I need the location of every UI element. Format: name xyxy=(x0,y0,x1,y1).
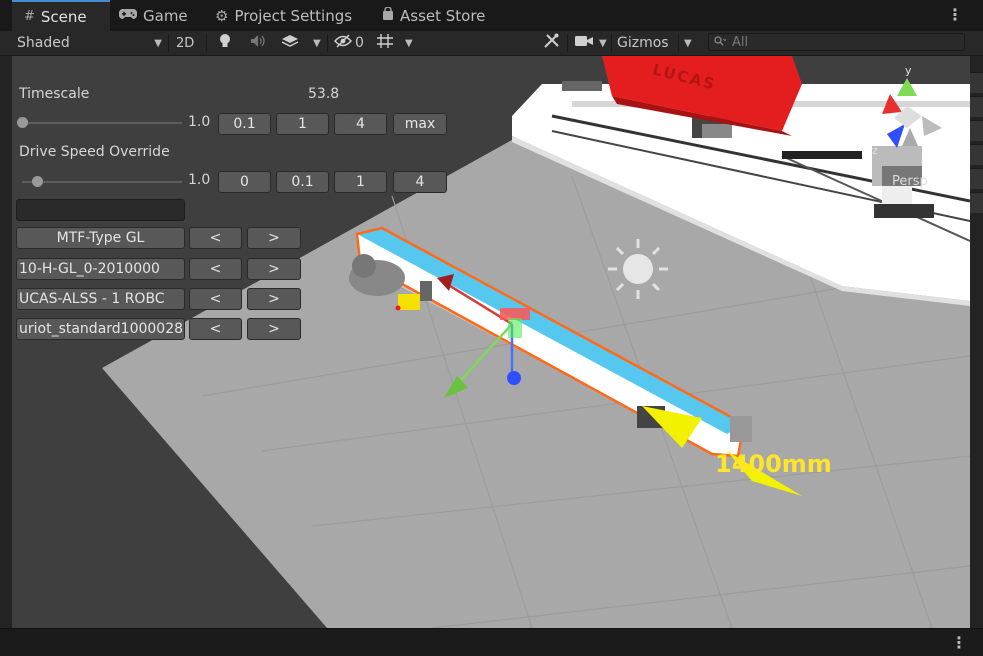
selector-material-prev-button[interactable]: < xyxy=(189,318,242,340)
selector-machine-prev-button[interactable]: < xyxy=(189,288,242,310)
gizmos-dropdown[interactable]: ▼ xyxy=(684,31,692,55)
drive-speed-slider-handle[interactable] xyxy=(32,176,43,187)
scrollbar-segment[interactable] xyxy=(970,192,983,213)
timescale-preset-0-1-button[interactable]: 0.1 xyxy=(218,113,271,135)
effects-dropdown[interactable]: ▼ xyxy=(313,31,321,55)
projection-mode-label[interactable]: Persp xyxy=(892,174,928,189)
effects-toggle[interactable] xyxy=(281,31,299,55)
drive-speed-preset-0-1-button[interactable]: 0.1 xyxy=(276,171,329,193)
search-icon xyxy=(714,35,727,50)
selector-variant-prev-button[interactable]: < xyxy=(189,258,242,280)
lightbulb-icon xyxy=(219,33,231,53)
axis-y-label: y xyxy=(905,64,912,77)
chevron-down-icon: ▼ xyxy=(154,37,162,49)
drive-speed-preset-1-button[interactable]: 1 xyxy=(334,171,387,193)
selector-type-button[interactable]: MTF-Type GL xyxy=(16,227,185,249)
bottom-status-bar: ⋮ xyxy=(0,628,983,656)
hidden-objects-toggle[interactable]: 0 xyxy=(334,31,364,55)
search-placeholder: All xyxy=(732,34,749,50)
divider xyxy=(206,34,207,52)
gear-icon: ⚙ xyxy=(215,6,229,25)
mode-2d-label: 2D xyxy=(176,35,195,51)
audio-toggle[interactable] xyxy=(250,31,266,55)
grid-icon xyxy=(376,33,394,53)
layers-icon xyxy=(281,34,299,52)
timescale-slider-value: 1.0 xyxy=(188,114,211,130)
scrollbar-segment[interactable] xyxy=(970,120,983,141)
sun-light-gizmo xyxy=(608,239,668,299)
scrollbar-segment[interactable] xyxy=(970,72,983,93)
tools-icon xyxy=(543,33,560,53)
divider xyxy=(678,34,679,52)
divider xyxy=(611,34,612,52)
gizmos-label: Gizmos xyxy=(617,35,669,51)
scene-viewport[interactable]: LUCAS Persp y z 1400mm xyxy=(12,56,970,628)
divider xyxy=(327,34,328,52)
drive-speed-label: Drive Speed Override xyxy=(19,144,170,160)
tab-project-settings[interactable]: ⚙ Project Settings xyxy=(215,0,352,31)
selector-machine-next-button[interactable]: > xyxy=(247,288,301,310)
selector-variant-next-button[interactable]: > xyxy=(247,258,301,280)
selector-material-button[interactable]: uriot_standard1000028 xyxy=(16,318,185,340)
drive-speed-preset-4-button[interactable]: 4 xyxy=(393,171,447,193)
timescale-value: 53.8 xyxy=(308,86,340,102)
tab-game[interactable]: Game xyxy=(118,0,188,31)
tab-asset-store-label: Asset Store xyxy=(400,6,486,25)
timescale-preset-4-button[interactable]: 4 xyxy=(334,113,387,135)
dimension-label: 1400mm xyxy=(715,450,832,478)
tab-scene-label: Scene xyxy=(40,7,87,26)
camera-settings-dropdown[interactable]: ▼ xyxy=(575,31,607,55)
drive-speed-slider-value: 1.0 xyxy=(188,172,211,188)
eye-slash-icon xyxy=(334,34,352,52)
more-options-icon[interactable]: ⋮ xyxy=(947,7,963,23)
lighting-toggle[interactable] xyxy=(219,31,231,55)
empty-text-field[interactable] xyxy=(16,199,185,221)
tab-game-label: Game xyxy=(143,6,188,25)
shopping-bag-icon xyxy=(382,6,394,24)
timescale-label: Timescale xyxy=(19,86,90,102)
editor-tab-bar: # Scene Game ⚙ Project Settings Asset St… xyxy=(0,0,983,32)
tab-asset-store[interactable]: Asset Store xyxy=(382,0,485,31)
timescale-preset-1-button[interactable]: 1 xyxy=(276,113,329,135)
gizmos-button[interactable]: Gizmos xyxy=(617,31,669,55)
selector-type-next-button[interactable]: > xyxy=(247,227,301,249)
chevron-down-icon: ▼ xyxy=(684,37,692,49)
divider xyxy=(567,34,568,52)
gamepad-icon xyxy=(118,8,138,24)
axis-z-label: z xyxy=(872,144,878,157)
scene-grid-icon: # xyxy=(24,9,35,24)
grid-dropdown[interactable]: ▼ xyxy=(405,31,413,55)
chevron-down-icon: ▼ xyxy=(313,37,321,49)
tools-button[interactable] xyxy=(543,31,560,55)
scrollbar-segment[interactable] xyxy=(970,144,983,165)
selector-material-next-button[interactable]: > xyxy=(247,318,301,340)
scene-search-input[interactable]: All xyxy=(708,33,965,51)
right-panel-edge xyxy=(970,56,983,628)
timescale-slider-track[interactable] xyxy=(22,122,182,124)
left-panel-edge xyxy=(0,56,12,628)
camera-icon xyxy=(575,35,593,51)
tab-project-settings-label: Project Settings xyxy=(234,6,353,25)
scene-render xyxy=(12,56,970,628)
divider xyxy=(168,34,169,52)
more-options-icon[interactable]: ⋮ xyxy=(951,635,967,651)
tab-scene[interactable]: # Scene xyxy=(12,0,110,31)
drive-speed-preset-0-button[interactable]: 0 xyxy=(218,171,271,193)
drive-speed-slider-track[interactable] xyxy=(22,181,182,183)
grid-toggle[interactable] xyxy=(376,31,394,55)
selector-type-prev-button[interactable]: < xyxy=(189,227,242,249)
chevron-down-icon: ▼ xyxy=(599,37,607,49)
mode-2d-button[interactable]: 2D xyxy=(176,31,194,55)
timescale-slider-handle[interactable] xyxy=(17,117,28,128)
chevron-down-icon: ▼ xyxy=(405,37,413,49)
timescale-preset-max-button[interactable]: max xyxy=(393,113,447,135)
scrollbar-segment[interactable] xyxy=(970,96,983,117)
selector-machine-button[interactable]: UCAS-ALSS - 1 ROBC xyxy=(16,288,185,310)
shading-mode-label: Shaded xyxy=(17,35,70,51)
shading-mode-dropdown[interactable]: Shaded ▼ xyxy=(17,31,162,55)
scrollbar-segment[interactable] xyxy=(970,168,983,189)
hidden-count: 0 xyxy=(355,35,364,51)
speaker-icon xyxy=(250,34,266,52)
selector-variant-button[interactable]: 10-H-GL_0-2010000 xyxy=(16,258,185,280)
